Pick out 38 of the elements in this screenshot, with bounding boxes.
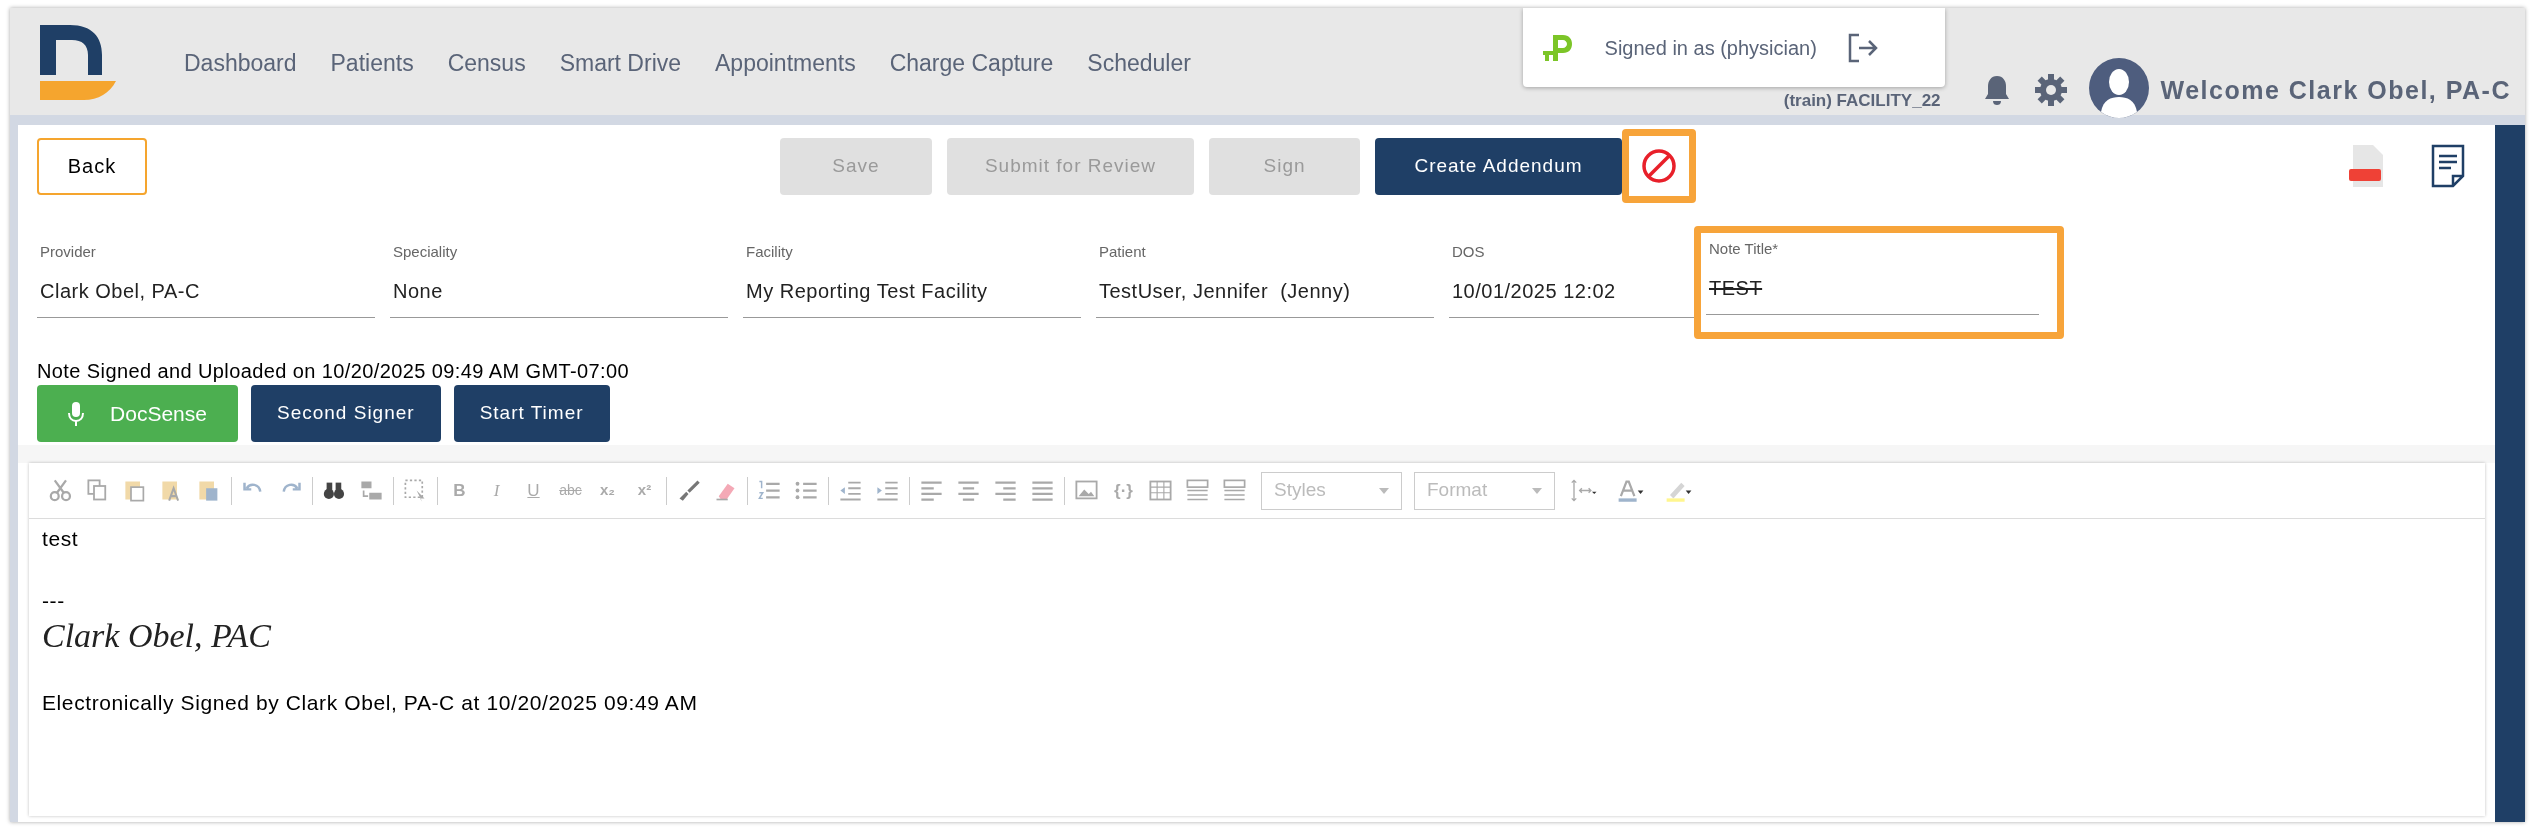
facility-label: (train) FACILITY_22 — [1783, 91, 1941, 111]
caret-icon — [1532, 487, 1542, 494]
ban-icon — [1641, 148, 1677, 184]
tool-button[interactable]: Second Signer — [251, 385, 441, 442]
settings-icon[interactable] — [2034, 74, 2067, 106]
nav-link[interactable]: Smart Drive — [559, 46, 682, 81]
nav-link[interactable]: Appointments — [715, 46, 856, 81]
avatar-icon[interactable] — [2088, 58, 2149, 118]
text-field[interactable]: Provider Clark Obel, PA-C — [37, 237, 375, 318]
nav-link[interactable]: Census — [447, 46, 526, 81]
tool-button[interactable]: Start Timer — [453, 385, 610, 442]
signed-status-text: Note Signed and Uploaded on 10/20/2025 09:49 AM GMT-07:00 — [37, 359, 630, 383]
microphone-icon — [68, 401, 85, 426]
welcome-text: Welcome Clark Obel, PA-C — [2160, 75, 2511, 106]
text-field[interactable]: Note Title* TEST — [1706, 234, 2039, 315]
text-field[interactable]: DOS 10/01/2025 12:02 — [1449, 237, 1694, 318]
docsense-button[interactable]: DocSense — [37, 385, 238, 442]
text-field[interactable]: Speciality None — [390, 237, 728, 318]
editor-text: Electronically Signed by Clark Obel, PA-C at 10/20/2025 09:49 AM — [42, 690, 698, 716]
logo-icon — [40, 25, 116, 100]
nav-link[interactable]: Charge Capture — [889, 46, 1054, 81]
back-button[interactable]: Back — [37, 137, 147, 195]
logout-icon[interactable] — [1846, 32, 1879, 63]
text-field[interactable]: Patient TestUser, Jennifer (Jenny) — [1096, 237, 1434, 318]
document-icon[interactable] — [2431, 144, 2465, 188]
signed-in-text: Signed in as (physician) — [1604, 35, 1817, 61]
action-button[interactable]: Create Addendum — [1375, 137, 1622, 195]
editor-text: test — [42, 526, 79, 552]
bell-icon[interactable] — [1982, 74, 2011, 106]
pdf-icon[interactable] — [2349, 145, 2385, 187]
caret-icon — [1379, 487, 1389, 494]
nav-link[interactable]: Dashboard — [184, 46, 297, 81]
ban-button[interactable] — [1622, 129, 1696, 203]
text-field[interactable]: Facility My Reporting Test Facility — [743, 237, 1081, 318]
nav-link[interactable]: Scheduler — [1087, 46, 1191, 81]
signature-text: Clark Obel, PAC — [42, 616, 271, 656]
nav-link[interactable]: Patients — [330, 46, 414, 81]
editor-text: --- — [42, 588, 65, 614]
